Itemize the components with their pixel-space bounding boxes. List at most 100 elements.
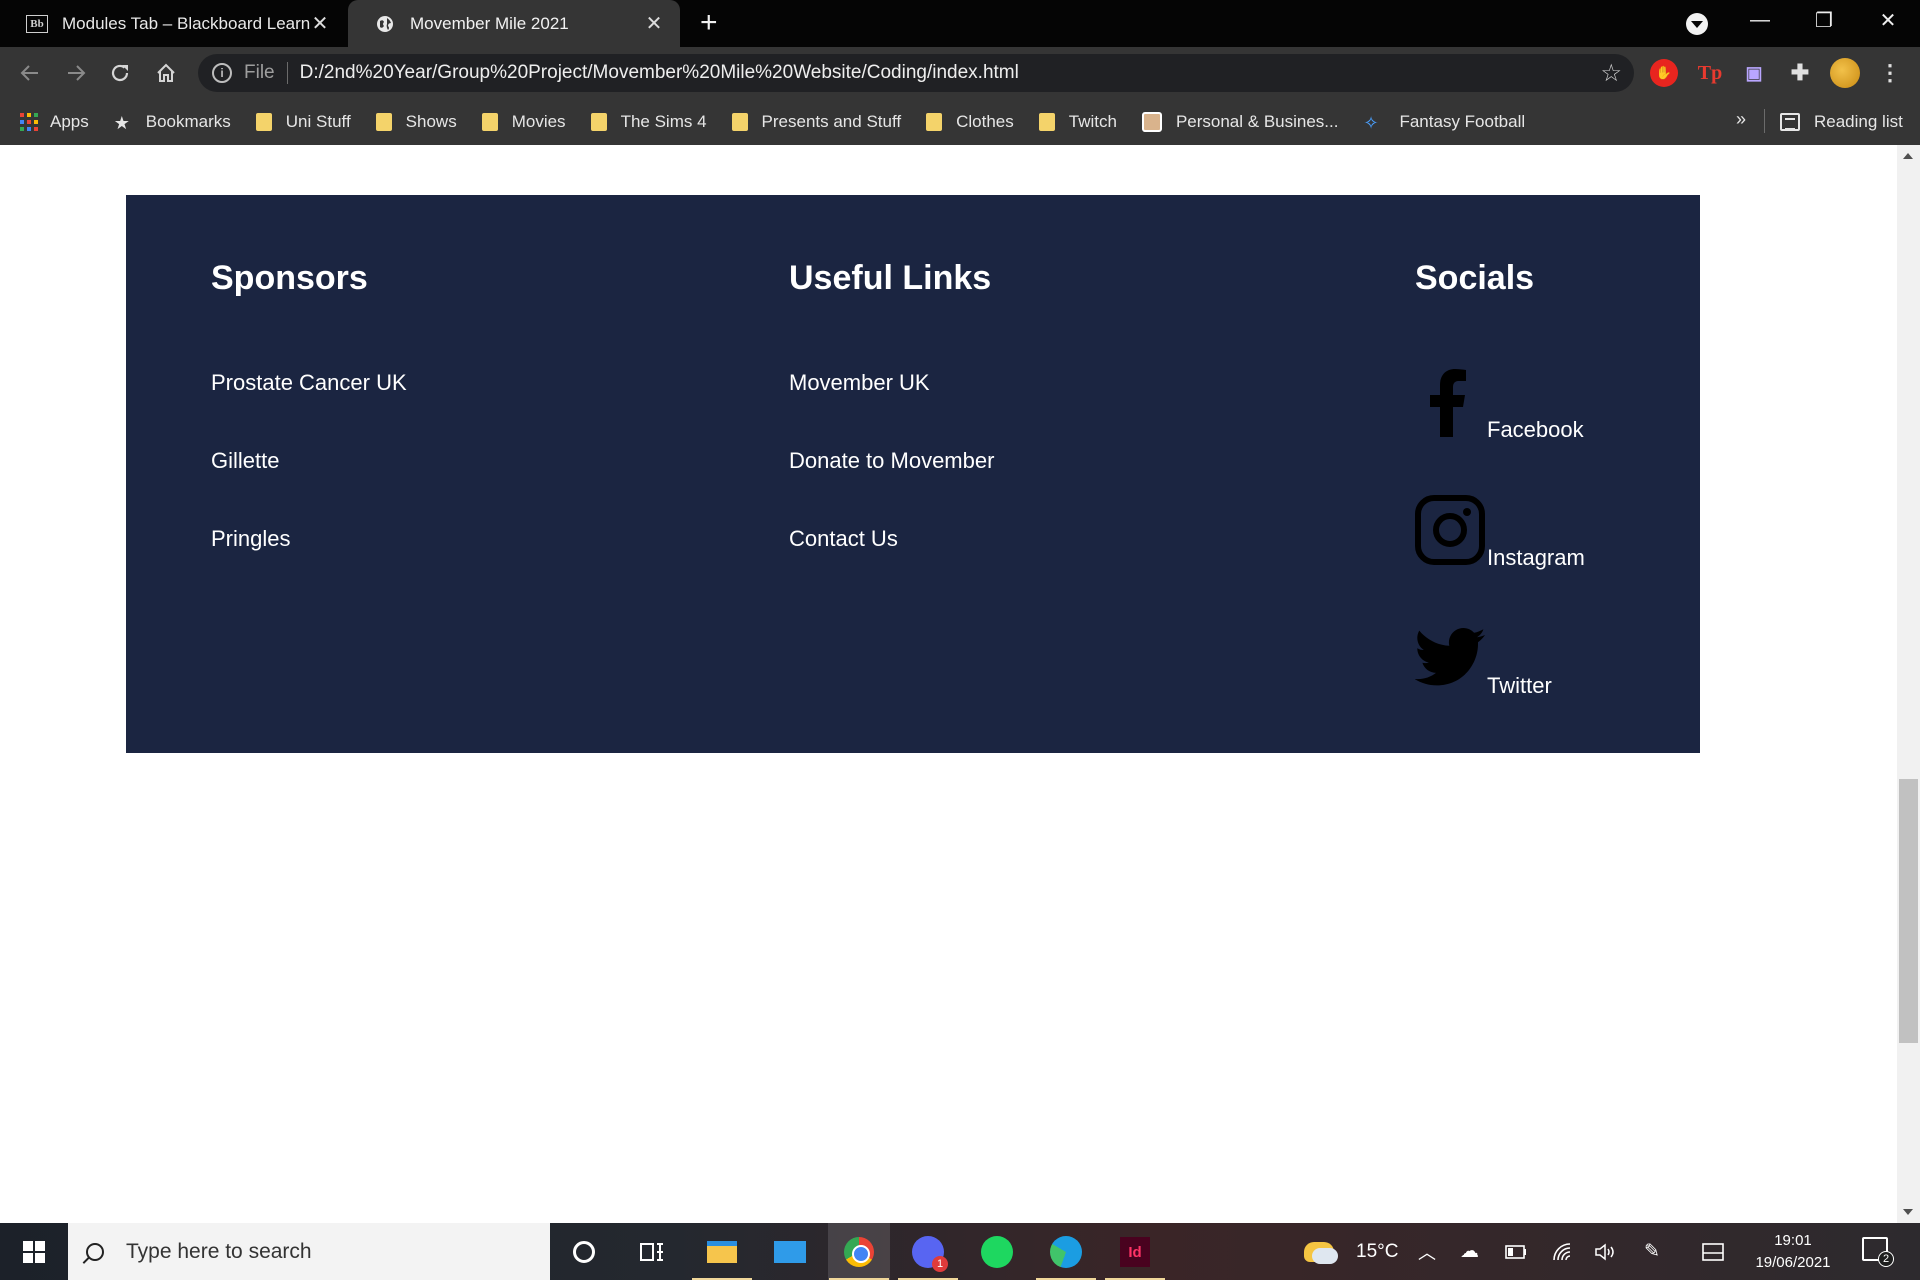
back-arrow-icon[interactable] [14, 57, 46, 89]
bookmark-label: Fantasy Football [1399, 112, 1526, 131]
bookmarks-bar: Apps ★ Bookmarks Uni Stuff Shows Movies … [0, 99, 1920, 145]
site-footer: Sponsors Prostate Cancer UK Gillette Pri… [126, 195, 1700, 753]
bookmark-folder-clothes[interactable]: Clothes [926, 112, 1014, 132]
search-icon [86, 1242, 104, 1261]
minimize-button[interactable]: — [1730, 0, 1790, 40]
reload-icon[interactable] [104, 57, 136, 89]
pen-workspace-icon[interactable]: ✎ [1644, 1223, 1660, 1280]
forward-arrow-icon[interactable] [60, 57, 92, 89]
stop-extension-icon[interactable]: ✋ [1650, 59, 1678, 87]
chrome-icon[interactable] [829, 1233, 889, 1280]
wifi-icon[interactable] [1552, 1223, 1574, 1280]
windows-taskbar: 1 Id 15°C ︿ ☁ ✎ 19:01 19/06/2021 2 [0, 1223, 1920, 1280]
social-link-instagram[interactable]: Instagram [1415, 495, 1585, 570]
address-url[interactable]: D:/2nd%20Year/Group%20Project/Movember%2… [300, 62, 1019, 84]
bookmark-personal-business[interactable]: Personal & Busines... [1141, 112, 1339, 132]
task-view-icon[interactable] [632, 1233, 672, 1271]
tp-extension-icon[interactable]: Tp [1696, 59, 1724, 87]
tab-search-dropdown-icon[interactable] [1686, 13, 1708, 35]
show-hidden-icons-chevron-icon[interactable]: ︿ [1418, 1223, 1436, 1280]
bookmark-folder-movies[interactable]: Movies [481, 112, 566, 132]
address-scheme: File [244, 62, 288, 84]
folder-icon [255, 113, 272, 131]
tab-movember-mile[interactable]: Movember Mile 2021 ✕ [348, 0, 680, 47]
weather-widget[interactable]: 15°C [1304, 1223, 1398, 1280]
tab-blackboard[interactable]: Bb Modules Tab – Blackboard Learn ✕ [0, 0, 346, 47]
home-icon[interactable] [150, 57, 182, 89]
new-tab-button[interactable]: + [700, 8, 718, 38]
taskbar-search-input[interactable] [126, 1239, 526, 1264]
bookmark-folder-shows[interactable]: Shows [375, 112, 457, 132]
bookmark-folder-uni-stuff[interactable]: Uni Stuff [255, 112, 351, 132]
bookmark-star-icon[interactable]: ☆ [1600, 59, 1622, 88]
social-link-twitter[interactable]: Twitter [1415, 623, 1552, 698]
link-donate-to-movember[interactable]: Donate to Movember [789, 448, 994, 474]
reading-list-label: Reading list [1814, 112, 1903, 131]
close-tab-icon[interactable]: ✕ [310, 11, 330, 36]
extensions-puzzle-icon[interactable]: ✚ [1786, 59, 1814, 87]
folder-icon [481, 113, 498, 131]
scroll-up-arrow-icon[interactable] [1903, 153, 1913, 159]
sponsor-link-pringles[interactable]: Pringles [211, 526, 290, 552]
bookmark-folder-the-sims-4[interactable]: The Sims 4 [590, 112, 707, 132]
onedrive-cloud-icon[interactable]: ☁ [1460, 1223, 1479, 1280]
bookmark-label: Personal & Busines... [1175, 112, 1339, 131]
profile-icon [1141, 112, 1162, 132]
discord-icon[interactable]: 1 [898, 1233, 958, 1280]
social-link-facebook[interactable]: Facebook [1415, 367, 1584, 442]
sponsors-heading: Sponsors [211, 259, 368, 297]
scroll-down-arrow-icon[interactable] [1903, 1209, 1913, 1215]
blackboard-favicon: Bb [26, 14, 48, 33]
close-tab-icon[interactable]: ✕ [644, 11, 664, 36]
restore-button[interactable]: ❐ [1794, 0, 1854, 40]
cortana-icon[interactable] [564, 1233, 604, 1271]
battery-icon[interactable] [1505, 1223, 1527, 1280]
bookmark-label: Shows [405, 112, 457, 131]
bookmark-folder-twitch[interactable]: Twitch [1038, 112, 1117, 132]
bookmarks-divider [1764, 109, 1765, 133]
scrollbar-thumb[interactable] [1899, 779, 1918, 1043]
folder-icon [375, 113, 392, 131]
reading-list-button[interactable]: Reading list [1780, 99, 1903, 145]
bookmarks-overflow-button[interactable]: » [1736, 109, 1746, 130]
sponsor-link-gillette[interactable]: Gillette [211, 448, 279, 474]
fantasy-football-icon: ✧ [1363, 113, 1379, 133]
site-info-icon[interactable]: i [212, 63, 232, 83]
globe-icon [374, 15, 396, 33]
address-bar[interactable]: i File D:/2nd%20Year/Group%20Project/Mov… [198, 54, 1634, 92]
link-contact-us[interactable]: Contact Us [789, 526, 898, 552]
bookmark-fantasy-football[interactable]: ✧ Fantasy Football [1363, 112, 1526, 133]
sponsor-link-prostate-cancer-uk[interactable]: Prostate Cancer UK [211, 370, 407, 396]
facebook-icon [1415, 367, 1485, 437]
star-icon: ★ [113, 113, 130, 133]
bookmark-folder-presents[interactable]: Presents and Stuff [731, 112, 901, 132]
bookmark-label: Uni Stuff [285, 112, 351, 131]
close-window-button[interactable]: ✕ [1858, 0, 1918, 40]
bookmark-bookmarks[interactable]: ★ Bookmarks [113, 112, 231, 133]
spotify-icon[interactable] [977, 1233, 1017, 1271]
profile-avatar[interactable] [1830, 58, 1860, 88]
discord-badge: 1 [932, 1256, 948, 1272]
indesign-icon[interactable]: Id [1105, 1233, 1165, 1280]
clock-time: 19:01 [1774, 1232, 1812, 1249]
touch-keyboard-icon[interactable] [1702, 1223, 1724, 1280]
volume-icon[interactable] [1594, 1223, 1616, 1280]
edge-icon[interactable] [1036, 1233, 1096, 1280]
socials-heading: Socials [1415, 259, 1535, 297]
link-movember-uk[interactable]: Movember UK [789, 370, 930, 396]
bookmark-apps[interactable]: Apps [20, 112, 89, 132]
system-clock[interactable]: 19:01 19/06/2021 [1738, 1230, 1848, 1274]
social-label: Instagram [1487, 545, 1585, 570]
calendar-extension-icon[interactable]: ▣ [1740, 59, 1768, 87]
clock-date: 19/06/2021 [1755, 1254, 1831, 1271]
mail-icon[interactable] [770, 1233, 810, 1271]
tab-strip: Bb Modules Tab – Blackboard Learn ✕ Move… [0, 0, 1920, 47]
reading-list-icon [1780, 113, 1800, 131]
action-center-icon[interactable]: 2 [1862, 1237, 1894, 1267]
file-explorer-icon[interactable] [692, 1233, 752, 1280]
start-button[interactable] [0, 1223, 68, 1280]
page-scrollbar[interactable] [1897, 145, 1920, 1223]
browser-menu-icon[interactable]: ⋮ [1876, 59, 1904, 87]
folder-icon [731, 113, 748, 131]
taskbar-search-box[interactable] [68, 1223, 550, 1280]
